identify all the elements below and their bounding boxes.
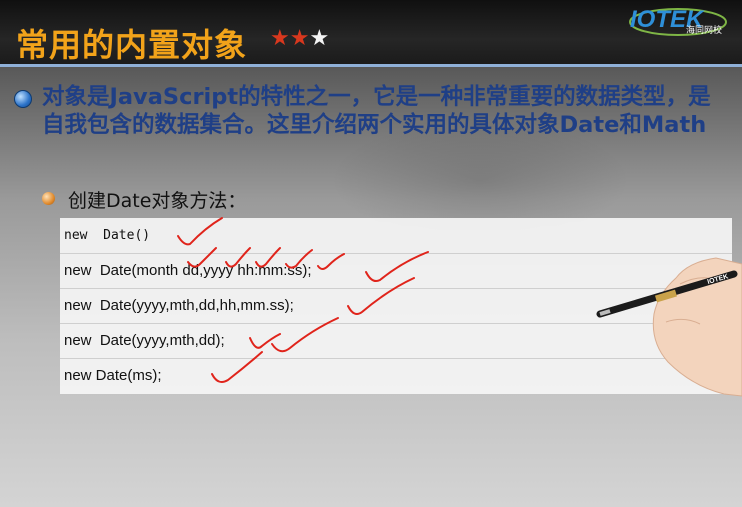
check-mark-icon: [211, 351, 263, 383]
check-mark-icon: [187, 247, 217, 268]
check-mark-icon: [285, 249, 313, 269]
check-mark-icon: [177, 217, 223, 246]
check-mark-icon: [271, 317, 339, 353]
check-mark-icon: [225, 247, 251, 268]
hand-with-pen-illustration: IOTEK: [596, 257, 742, 397]
check-mark-icon: [249, 333, 281, 349]
check-mark-icon: [347, 277, 415, 315]
check-mark-icon: [365, 251, 429, 282]
check-mark-icon: [255, 247, 281, 268]
check-mark-icon: [317, 253, 345, 270]
